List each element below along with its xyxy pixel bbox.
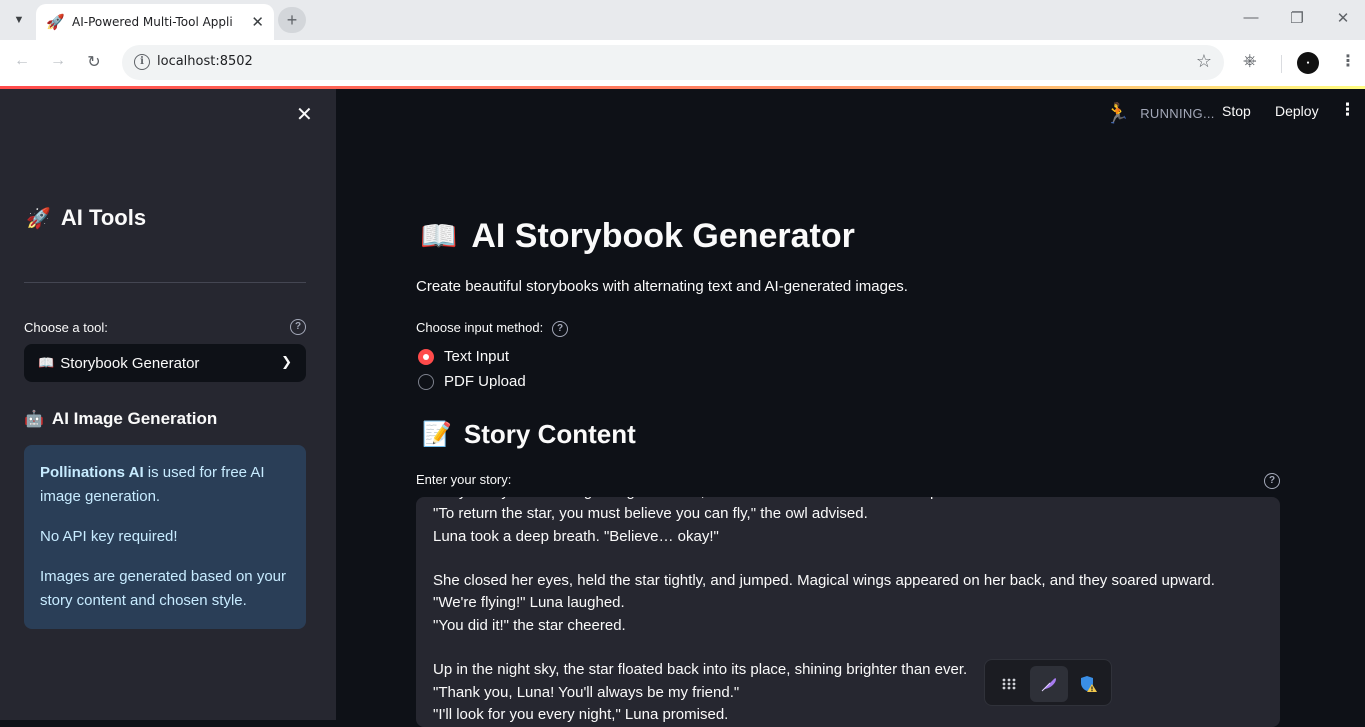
section-title: 📝 Story Content [422,419,636,450]
radio-unselected-indicator [418,373,434,390]
tab-title: AI-Powered Multi-Tool Applicat [72,15,232,29]
browser-tab-bar: ▼ 🚀 AI-Powered Multi-Tool Applicat ✕ + —… [0,0,1365,40]
running-status: 🏃 RUNNING... [1105,101,1215,126]
sidebar: ✕ 🚀 AI Tools Choose a tool: ? 📖 Storyboo… [0,89,336,720]
story-text: They finally reached a glowing mountain,… [433,497,1215,723]
main-menu-icon[interactable]: ⋮ [1339,100,1356,120]
deploy-button[interactable]: Deploy [1275,103,1319,119]
help-icon[interactable]: ? [552,321,568,337]
back-arrow-icon[interactable]: ← [11,52,33,70]
address-bar[interactable]: i localhost:8502 ☆ [122,45,1224,80]
shield-warning-icon[interactable] [1070,666,1108,702]
help-icon[interactable]: ? [1264,473,1280,489]
reload-icon[interactable]: ↻ [83,52,105,72]
browser-menu-icon[interactable]: ⋮ [1340,51,1356,71]
running-figure-icon: 🏃 [1105,103,1131,125]
radio-pdf-upload-label: PDF Upload [444,373,526,390]
input-method-label-text: Choose input method: [416,320,544,335]
window-close-icon[interactable]: ✕ [1333,9,1353,27]
memo-icon: 📝 [422,421,452,448]
help-icon[interactable]: ? [290,319,306,335]
tool-select-value: Storybook Generator [60,354,200,372]
info-box: Pollinations AI is used for free AI imag… [24,445,306,629]
input-method-label: Choose input method: [416,320,543,335]
floating-toolbar [984,659,1112,706]
info-brand: Pollinations AI [40,464,144,481]
page-description: Create beautiful storybooks with alterna… [416,278,908,295]
bookmark-star-icon[interactable]: ☆ [1196,51,1212,72]
sidebar-divider [24,282,306,283]
page-title-text: AI Storybook Generator [471,217,855,255]
new-tab-button[interactable]: + [278,7,306,33]
page-title: 📖 AI Storybook Generator [420,217,855,256]
chevron-down-icon[interactable]: ❯ [281,354,292,370]
sidebar-title-text: AI Tools [60,205,147,230]
open-book-icon: 📖 [38,355,55,370]
radio-pdf-upload[interactable]: PDF Upload [418,373,526,390]
tab-search-chevron-icon[interactable]: ▼ [6,8,32,32]
feather-pen-icon[interactable] [1030,666,1068,702]
image-generation-heading-text: AI Image Generation [51,409,218,428]
image-generation-heading: 🤖 AI Image Generation [24,409,217,429]
grid-dots-icon[interactable] [990,666,1028,702]
robot-icon: 🤖 [24,411,44,428]
rocket-favicon-icon: 🚀 [46,14,65,31]
section-title-text: Story Content [463,419,636,449]
info-line-1: Pollinations AI is used for free AI imag… [40,461,290,509]
toolbar-divider [1281,55,1282,73]
minimize-icon[interactable]: — [1241,9,1261,26]
restore-icon[interactable]: ❐ [1287,9,1307,27]
radio-text-input[interactable]: Text Input [418,348,509,365]
extensions-puzzle-icon[interactable]: ⎈ [1243,51,1257,71]
sidebar-close-icon[interactable]: ✕ [296,102,313,127]
url-text: localhost:8502 [157,54,253,69]
story-input-label: Enter your story: [416,472,512,487]
story-textarea[interactable]: They finally reached a glowing mountain,… [416,497,1280,727]
rocket-icon: 🚀 [26,207,51,230]
radio-text-input-label: Text Input [444,348,510,365]
browser-tab[interactable]: 🚀 AI-Powered Multi-Tool Applicat ✕ [36,4,274,40]
stop-button[interactable]: Stop [1222,103,1251,119]
info-line-3: Images are generated based on your story… [40,568,286,609]
tool-select[interactable]: 📖 Storybook Generator ❯ [24,344,306,382]
main-content: 🏃 RUNNING... Stop Deploy ⋮ 📖 AI Storyboo… [336,89,1365,727]
tab-close-icon[interactable]: ✕ [251,13,264,31]
radio-selected-indicator [418,348,434,365]
browser-toolbar: ← → ↻ i localhost:8502 ☆ [0,40,1365,86]
forward-arrow-icon[interactable]: → [47,52,69,70]
running-status-text: RUNNING... [1140,106,1215,121]
sidebar-title: 🚀 AI Tools [26,205,146,231]
tool-select-label: Choose a tool: [24,320,108,335]
info-line-2: No API key required! [40,528,178,545]
open-book-icon: 📖 [420,220,458,253]
site-info-icon[interactable]: i [134,54,150,70]
profile-avatar[interactable]: ● [1297,52,1319,74]
